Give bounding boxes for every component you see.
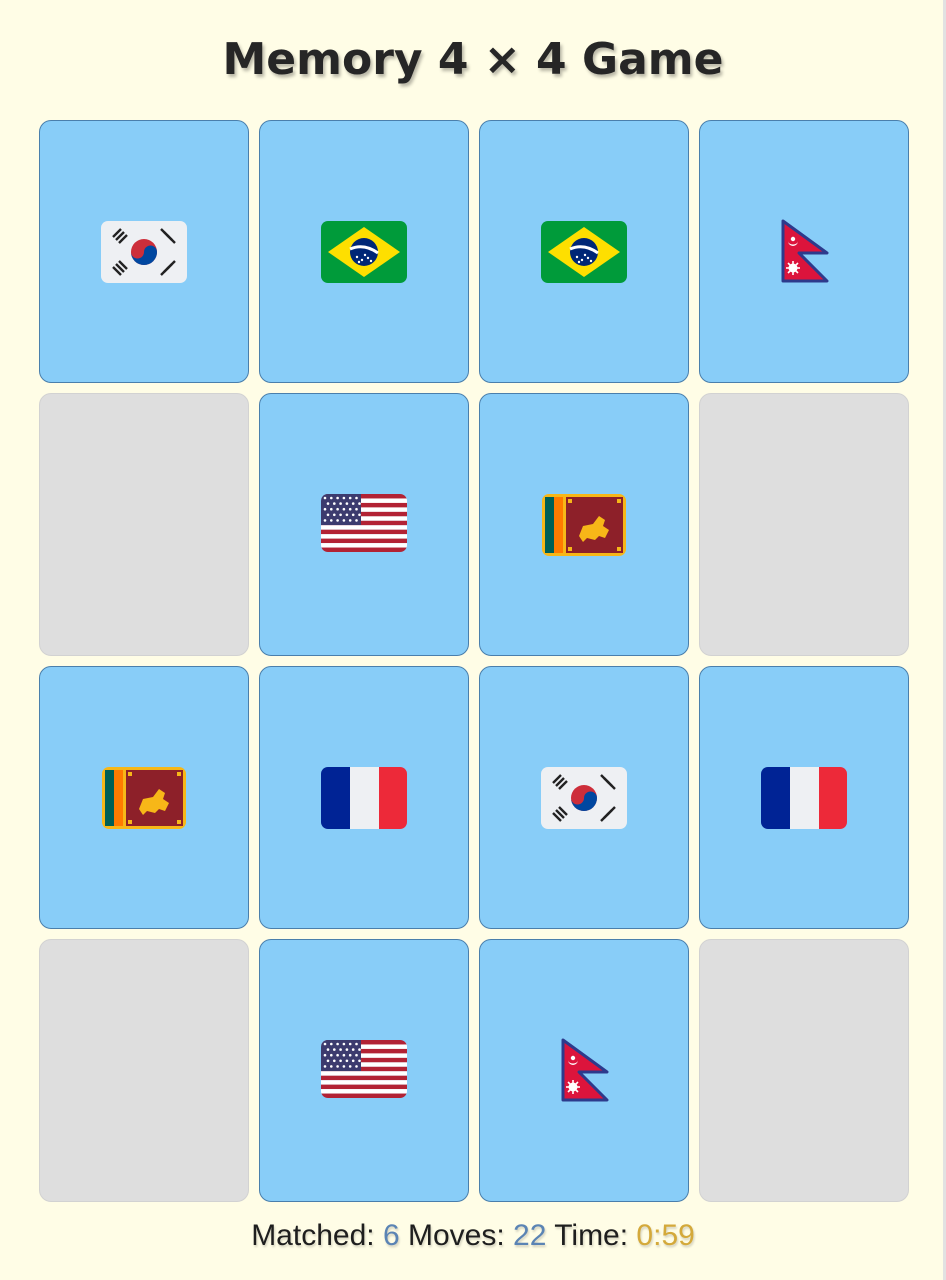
time-value: 0:59 bbox=[636, 1219, 695, 1252]
page-title: Memory 4 × 4 Game bbox=[222, 34, 724, 85]
status-bar: Matched: 6 Moves: 22 Time: 0:59 bbox=[0, 1219, 946, 1253]
matched-count: 6 bbox=[382, 1219, 400, 1252]
sri-lanka-flag-icon bbox=[101, 765, 187, 831]
france-flag-icon bbox=[761, 765, 847, 831]
memory-card[interactable] bbox=[479, 393, 689, 656]
memory-card[interactable] bbox=[39, 939, 249, 1202]
memory-card[interactable] bbox=[479, 939, 689, 1202]
nepal-flag-icon bbox=[541, 1038, 627, 1104]
memory-card[interactable] bbox=[259, 120, 469, 383]
south-korea-flag-icon bbox=[101, 219, 187, 285]
moves-count: 22 bbox=[513, 1219, 547, 1252]
matched-label: Matched: bbox=[251, 1219, 375, 1252]
game-board bbox=[39, 120, 909, 1202]
memory-card[interactable] bbox=[699, 393, 909, 656]
france-flag-icon bbox=[321, 765, 407, 831]
memory-card[interactable] bbox=[39, 393, 249, 656]
memory-card[interactable] bbox=[699, 120, 909, 383]
usa-flag-icon bbox=[321, 1038, 407, 1104]
memory-card[interactable] bbox=[39, 666, 249, 929]
memory-card[interactable] bbox=[39, 120, 249, 383]
brazil-flag-icon bbox=[321, 219, 407, 285]
usa-flag-icon bbox=[321, 492, 407, 558]
memory-card[interactable] bbox=[699, 939, 909, 1202]
memory-card[interactable] bbox=[259, 939, 469, 1202]
brazil-flag-icon bbox=[541, 219, 627, 285]
memory-card[interactable] bbox=[479, 120, 689, 383]
memory-card[interactable] bbox=[259, 393, 469, 656]
moves-label: Moves: bbox=[407, 1219, 505, 1252]
memory-card[interactable] bbox=[699, 666, 909, 929]
sri-lanka-flag-icon bbox=[541, 492, 627, 558]
south-korea-flag-icon bbox=[541, 765, 627, 831]
memory-card[interactable] bbox=[259, 666, 469, 929]
time-label: Time: bbox=[554, 1219, 629, 1252]
memory-card[interactable] bbox=[479, 666, 689, 929]
nepal-flag-icon bbox=[761, 219, 847, 285]
